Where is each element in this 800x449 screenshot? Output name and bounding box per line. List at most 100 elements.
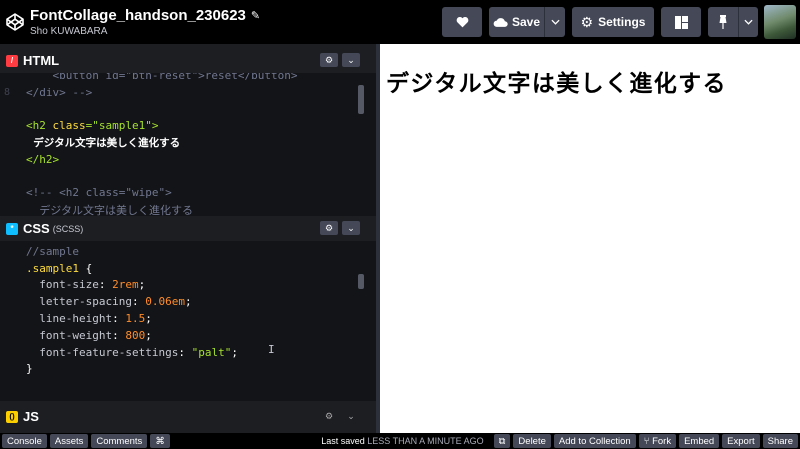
comments-button[interactable]: Comments <box>91 434 148 448</box>
css-pane-header[interactable]: * CSS (SCSS) ⚙ ⌄ <box>0 216 376 241</box>
delete-button[interactable]: Delete <box>513 434 551 448</box>
save-label: Save <box>511 15 541 29</box>
code-line[interactable]: <h2 class ="sample1"> <box>0 117 376 134</box>
header-actions: Save ⚙ Settings <box>442 0 800 44</box>
css-settings-gear-icon[interactable]: ⚙ <box>320 221 338 235</box>
js-settings-gear-icon[interactable]: ⚙ <box>320 409 338 423</box>
code-token: "palt" <box>191 345 232 359</box>
pin-options-button[interactable] <box>738 7 758 37</box>
code-line[interactable]: //sample <box>0 243 376 260</box>
pen-author[interactable]: Sho KUWABARA <box>30 26 260 37</box>
code-token: .sample1 <box>26 261 86 275</box>
pin-button[interactable] <box>708 7 738 37</box>
code-line[interactable]: 8 </div> --> <box>0 84 376 101</box>
cloud-icon <box>493 17 508 27</box>
pen-titles: FontCollage_handson_230623 ✎ Sho KUWABAR… <box>30 7 260 37</box>
keyboard-shortcuts-button[interactable]: ⌘ <box>150 434 170 448</box>
css-scrollbar[interactable] <box>358 274 364 289</box>
code-token: } <box>26 362 33 376</box>
chevron-down-icon <box>550 19 560 25</box>
js-icon: () <box>6 410 18 423</box>
js-pane-header[interactable]: () JS ⚙ ⌄ <box>0 404 376 429</box>
code-line[interactable]: デジタル文字は美しく進化する <box>0 134 376 151</box>
html-collapse-chevron-icon[interactable]: ⌄ <box>342 53 360 67</box>
code-token: letter-spacing <box>26 295 132 309</box>
settings-label: Settings <box>598 15 646 29</box>
fork-button[interactable]: ⑂ Fork <box>638 434 677 448</box>
code-line[interactable]: font-weight: 800; <box>0 327 376 344</box>
embed-button[interactable]: Embed <box>679 434 720 448</box>
code-token: ; <box>145 328 152 342</box>
pen-title[interactable]: FontCollage_handson_230623 <box>30 7 246 24</box>
fork-icon: ⑂ <box>643 435 653 447</box>
code-token: : <box>112 328 126 342</box>
code-token: 0.06em <box>145 295 185 309</box>
save-button[interactable]: Save <box>489 7 544 37</box>
html-scrollbar[interactable] <box>358 85 364 114</box>
html-pane-controls: ⚙ ⌄ <box>320 53 360 67</box>
chevron-down-icon <box>744 19 753 25</box>
save-options-button[interactable] <box>544 7 565 37</box>
css-collapse-chevron-icon[interactable]: ⌄ <box>342 221 360 235</box>
love-button[interactable] <box>442 7 482 37</box>
open-external-icon[interactable]: ⧉ <box>493 434 511 448</box>
css-icon: * <box>6 222 18 235</box>
code-line[interactable]: font-feature-settings: "palt"; <box>0 344 376 361</box>
assets-button[interactable]: Assets <box>49 434 89 448</box>
code-line[interactable]: letter-spacing: 0.06em; <box>0 293 376 310</box>
css-code-editor[interactable]: //sample .sample1 { font-size: 2rem; lett… <box>0 241 376 401</box>
change-view-button[interactable] <box>661 7 701 37</box>
code-line[interactable] <box>0 377 376 394</box>
code-token: デジタル文字は美しく進化する <box>26 137 181 150</box>
code-line[interactable]: <button id="btn-reset">reset</button> <box>0 73 376 84</box>
code-token: : <box>98 278 113 292</box>
code-token: font-weight <box>26 328 113 342</box>
code-token: class <box>52 119 86 133</box>
css-pane-controls: ⚙ ⌄ <box>320 221 360 235</box>
code-token: { <box>85 261 93 275</box>
code-token: ; <box>145 312 152 326</box>
css-preprocessor-label: (SCSS) <box>52 223 84 234</box>
code-token: <!-- <h2 class="wipe"> <box>26 186 172 200</box>
pin-icon <box>719 15 727 29</box>
html-code-editor[interactable]: <button id="btn-reset">reset</button> 8 </… <box>0 73 376 224</box>
html-pane-label: HTML <box>23 53 60 68</box>
user-avatar[interactable] <box>764 5 796 39</box>
bottom-bar: Console Assets Comments ⌘ Last saved LES… <box>0 433 800 449</box>
code-line[interactable]: .sample1 { <box>0 260 376 277</box>
code-token: line-height <box>26 312 113 326</box>
share-button[interactable]: Share <box>762 434 798 448</box>
export-button[interactable]: Export <box>722 434 760 448</box>
code-line[interactable] <box>0 101 376 118</box>
code-token: //sample <box>26 244 79 258</box>
pencil-icon[interactable]: ✎ <box>251 9 260 22</box>
code-line[interactable] <box>0 168 376 185</box>
settings-button[interactable]: ⚙ Settings <box>572 7 654 37</box>
code-line[interactable]: <!-- <h2 class="wipe"> <box>0 185 376 202</box>
editor-panes: / HTML ⚙ ⌄ <button id="btn-reset">reset<… <box>0 44 376 433</box>
code-token: ; <box>184 295 192 309</box>
title-row: FontCollage_handson_230623 ✎ <box>30 7 260 24</box>
console-button[interactable]: Console <box>2 434 47 448</box>
code-token: : <box>112 312 126 326</box>
heart-icon <box>456 16 468 28</box>
html-settings-gear-icon[interactable]: ⚙ <box>320 53 338 67</box>
layout-icon <box>674 15 688 29</box>
code-line[interactable]: </h2> <box>0 151 376 168</box>
gear-icon: ⚙ <box>580 13 594 30</box>
code-line[interactable]: line-height: 1.5; <box>0 310 376 327</box>
code-line[interactable]: } <box>0 361 376 378</box>
codepen-editor: FontCollage_handson_230623 ✎ Sho KUWABAR… <box>0 0 800 449</box>
code-token: <button id="btn-reset">reset</button> <box>26 73 298 82</box>
codepen-logo-icon[interactable] <box>5 12 25 32</box>
code-line[interactable]: font-size: 2rem; <box>0 277 376 294</box>
html-icon: / <box>6 54 18 67</box>
code-token: 2rem <box>112 278 139 292</box>
add-to-collection-button[interactable]: Add to Collection <box>553 434 636 448</box>
code-token: : <box>178 345 192 359</box>
preview-heading: デジタル文字は美しく進化する <box>386 71 727 97</box>
code-token: <h2 <box>26 119 53 133</box>
html-pane-header[interactable]: / HTML ⚙ ⌄ <box>0 48 376 73</box>
js-collapse-chevron-icon[interactable]: ⌄ <box>342 409 360 423</box>
js-pane-controls: ⚙ ⌄ <box>320 409 360 423</box>
